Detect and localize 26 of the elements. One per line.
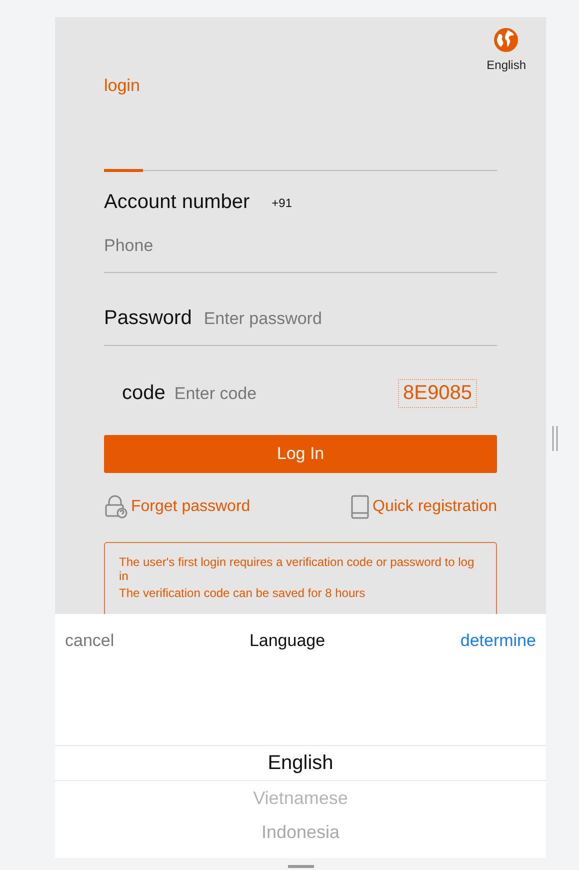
phone-field[interactable]: Phone bbox=[104, 236, 497, 256]
confirm-button[interactable]: determine bbox=[460, 631, 536, 651]
cancel-button[interactable]: cancel bbox=[65, 631, 114, 651]
captcha-image[interactable]: 8E9085 bbox=[398, 379, 477, 408]
field-label: Account number bbox=[104, 191, 250, 214]
tablet-icon bbox=[350, 495, 370, 519]
language-option[interactable]: English bbox=[55, 745, 546, 781]
language-option[interactable]: Vietnamese bbox=[55, 781, 546, 815]
handle-icon[interactable] bbox=[288, 865, 314, 868]
field-label: code bbox=[122, 382, 166, 405]
registration-link[interactable]: Quick registration bbox=[372, 498, 497, 516]
field-label: Password bbox=[104, 307, 192, 330]
globe-icon[interactable] bbox=[493, 27, 520, 53]
login-button[interactable]: Log In bbox=[104, 435, 497, 473]
language-option[interactable]: Indonesia bbox=[55, 815, 546, 849]
resize-grip-icon[interactable] bbox=[552, 426, 558, 451]
password-field[interactable]: Enter password bbox=[204, 308, 497, 328]
forgot-password-link[interactable]: Forget password bbox=[131, 498, 250, 516]
code-field[interactable]: Enter code bbox=[174, 384, 390, 404]
notice-text: The user's first login requires a verification code or password to log in bbox=[119, 555, 476, 583]
lock-icon bbox=[104, 495, 128, 519]
country-code[interactable]: +91 bbox=[272, 196, 292, 210]
login-tab[interactable]: login bbox=[104, 76, 497, 96]
sheet-title: Language bbox=[249, 631, 326, 651]
language-label[interactable]: English bbox=[486, 58, 526, 72]
notice-text: The verification code can be saved for 8 hours bbox=[119, 586, 366, 600]
